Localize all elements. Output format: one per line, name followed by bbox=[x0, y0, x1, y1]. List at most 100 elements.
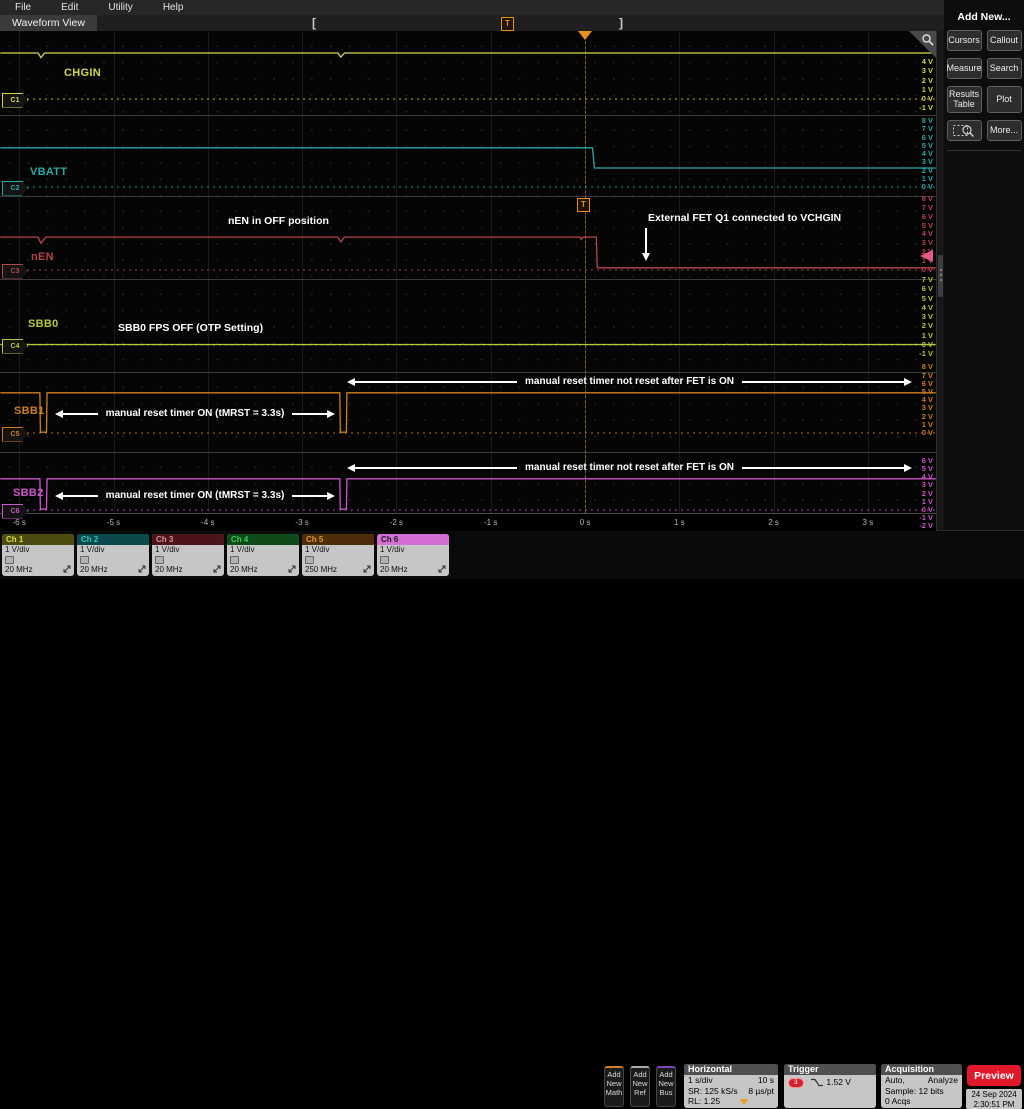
scale-handle-icon[interactable] bbox=[363, 565, 371, 576]
channel-bandwidth-row: 20 MHz bbox=[380, 565, 446, 576]
waveform-view-area[interactable]: T nEN in OFF position External FET Q1 co… bbox=[0, 31, 936, 530]
acquisition-mode: Auto, bbox=[885, 1075, 905, 1086]
trigger-position-marker-icon[interactable] bbox=[578, 31, 592, 40]
menu-help[interactable]: Help bbox=[148, 2, 199, 13]
trigger-position-tab-icon[interactable]: T bbox=[501, 17, 514, 31]
channel-badge-c6[interactable]: Ch 61 V/div 20 MHz bbox=[377, 534, 449, 576]
arrow-left-icon bbox=[55, 492, 63, 500]
channel-badge-c4[interactable]: Ch 41 V/div20 MHz bbox=[227, 534, 299, 576]
add-new-panel: Add New... Cursors Callout Measure Searc… bbox=[944, 0, 1024, 530]
axis-label: -1 V bbox=[919, 104, 933, 112]
menu-bar: File Edit Utility Help bbox=[0, 0, 944, 16]
channel-badge-c5[interactable]: Ch 51 V/div250 MHz bbox=[302, 534, 374, 576]
acquisition-panel[interactable]: Acquisition Auto, Analyze Sample: 12 bit… bbox=[881, 1064, 962, 1108]
measure-arrow-sbb1-not-reset: manual reset timer not reset after FET i… bbox=[347, 375, 912, 388]
time-per-point: 8 µs/pt bbox=[748, 1086, 774, 1097]
scale-handle-icon[interactable] bbox=[63, 565, 71, 576]
trigger-panel[interactable]: Trigger 3 1.52 V bbox=[784, 1064, 876, 1108]
trace-label-sbb2: SBB2 bbox=[13, 487, 44, 499]
channel-badge-body: 1 V/div20 MHz bbox=[2, 545, 74, 575]
scale-handle-icon[interactable] bbox=[138, 565, 146, 576]
channel-badge-title: Ch 1 bbox=[2, 534, 74, 545]
channel-bandwidth: 20 MHz bbox=[230, 565, 258, 575]
zoom-area-icon bbox=[952, 123, 976, 138]
axis-label: 4 V bbox=[922, 230, 933, 238]
axis-label: -2 V bbox=[919, 522, 933, 530]
menu-utility[interactable]: Utility bbox=[93, 2, 147, 13]
measure-arrow-sbb2-not-reset: manual reset timer not reset after FET i… bbox=[347, 461, 912, 474]
search-button[interactable]: Search bbox=[987, 58, 1022, 79]
results-table-button[interactable]: Results Table bbox=[947, 86, 982, 113]
trigger-source-badge: 3 bbox=[788, 1078, 804, 1088]
down-arrow-icon bbox=[645, 228, 647, 254]
channel-bandwidth: 250 MHz bbox=[305, 565, 337, 575]
acquisition-title: Acquisition bbox=[881, 1064, 962, 1075]
tab-waveform-view[interactable]: Waveform View bbox=[0, 15, 97, 31]
horizontal-span: 10 s bbox=[758, 1075, 774, 1086]
menu-edit[interactable]: Edit bbox=[46, 2, 93, 13]
arrow-right-icon bbox=[327, 492, 335, 500]
scale-handle-icon[interactable] bbox=[213, 565, 221, 576]
probe-icon bbox=[305, 556, 314, 564]
axis-label: 7 V bbox=[922, 204, 933, 212]
scale-handle-icon[interactable] bbox=[288, 565, 296, 576]
zoom-area-button[interactable] bbox=[947, 120, 982, 141]
channel-badge-title: Ch 6 bbox=[377, 534, 449, 545]
bottom-bar: Horizontal 1 s/div 10 s SR: 125 kS/s 8 µ… bbox=[0, 530, 1024, 579]
panel-divider bbox=[947, 150, 1021, 151]
measure-button[interactable]: Measure bbox=[947, 58, 982, 79]
horizontal-panel[interactable]: Horizontal 1 s/div 10 s SR: 125 kS/s 8 µ… bbox=[684, 1064, 778, 1108]
channel-scale: 1 V/div bbox=[155, 545, 221, 555]
probe-icon bbox=[230, 556, 239, 564]
channel-badge-body: 1 V/div250 MHz bbox=[302, 545, 374, 575]
channel-bandwidth-row: 250 MHz bbox=[305, 565, 371, 576]
callout-button[interactable]: Callout bbox=[987, 30, 1022, 51]
channel-bandwidth: 20 MHz bbox=[155, 565, 183, 575]
preview-button[interactable]: Preview bbox=[967, 1065, 1021, 1086]
scale-handle-icon[interactable] bbox=[438, 565, 446, 576]
arrow-right-icon bbox=[904, 378, 912, 386]
channel-bandwidth-row: 20 MHz bbox=[155, 565, 221, 576]
axis-label: 3 V bbox=[922, 67, 933, 75]
add-new-math-button[interactable]: AddNewMath bbox=[604, 1066, 624, 1107]
axis-label: 2 V bbox=[922, 77, 933, 85]
menu-file[interactable]: File bbox=[0, 2, 46, 13]
channel-bandwidth-row: 20 MHz bbox=[230, 565, 296, 576]
magnifier-icon bbox=[921, 33, 934, 46]
channel-badge-body: 1 V/div20 MHz bbox=[227, 545, 299, 575]
channel-scale: 1 V/div bbox=[380, 545, 446, 555]
axis-label: 0 V bbox=[922, 183, 933, 191]
more-button[interactable]: More... bbox=[987, 120, 1022, 141]
trace-label-vbatt: VBATT bbox=[30, 166, 67, 178]
channel-badge-title: Ch 4 bbox=[227, 534, 299, 545]
axis-label: 4 V bbox=[922, 58, 933, 66]
zoom-bracket-left-icon[interactable]: [ bbox=[312, 16, 316, 30]
falling-edge-icon bbox=[810, 1078, 824, 1087]
add-new-title: Add New... bbox=[944, 0, 1024, 23]
cursors-button[interactable]: Cursors bbox=[947, 30, 982, 51]
probe-icon bbox=[155, 556, 164, 564]
axis-label: -1 V bbox=[919, 350, 933, 358]
trigger-level-value: 1.52 V bbox=[826, 1077, 851, 1087]
channel-badge-c2[interactable]: Ch 21 V/div20 MHz bbox=[77, 534, 149, 576]
channel-scale: 1 V/div bbox=[80, 545, 146, 555]
trigger-level-arrow-icon[interactable] bbox=[920, 250, 933, 262]
time-tick-label: -4 s bbox=[201, 518, 214, 527]
channel-badge-c3[interactable]: Ch 31 V/div20 MHz bbox=[152, 534, 224, 576]
trigger-point-flag-icon[interactable]: T bbox=[577, 198, 590, 212]
zoom-bracket-right-icon[interactable]: ] bbox=[619, 16, 623, 30]
time-tick-label: -6 s bbox=[13, 518, 26, 527]
axis-label: 3 V bbox=[922, 239, 933, 247]
add-new-ref-button[interactable]: AddNewRef bbox=[630, 1066, 650, 1107]
axis-label: 0 V bbox=[922, 429, 933, 437]
channel-bandwidth: 20 MHz bbox=[80, 565, 108, 575]
arrow-left-icon bbox=[347, 464, 355, 472]
channel-badge-body: 1 V/div 20 MHz bbox=[77, 545, 149, 575]
channel-badge-c1[interactable]: Ch 11 V/div20 MHz bbox=[2, 534, 74, 576]
trace-label-nen: nEN bbox=[31, 251, 54, 263]
time-tick-label: 3 s bbox=[863, 518, 874, 527]
channel-badge-body: 1 V/div 20 MHz bbox=[152, 545, 224, 575]
channel-scale: 1 V/div bbox=[5, 545, 71, 555]
add-new-bus-button[interactable]: AddNewBus bbox=[656, 1066, 676, 1107]
plot-button[interactable]: Plot bbox=[987, 86, 1022, 113]
